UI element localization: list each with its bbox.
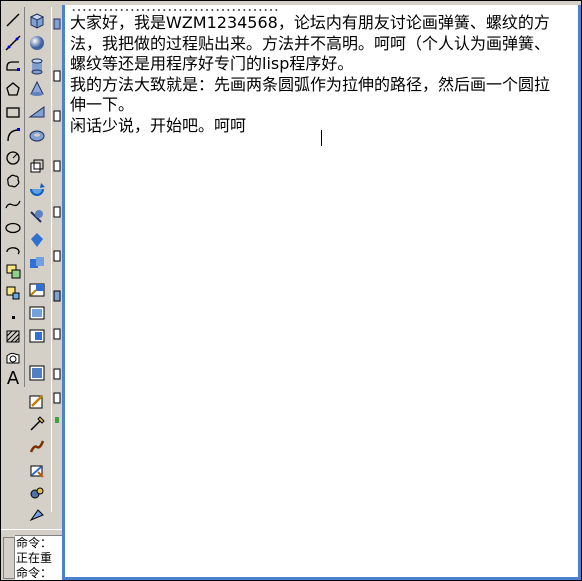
cone-icon[interactable] bbox=[28, 80, 46, 98]
polyline-icon[interactable] bbox=[4, 57, 22, 75]
construction-line-icon[interactable] bbox=[4, 34, 22, 52]
circle-icon[interactable] bbox=[4, 149, 22, 167]
spline-icon[interactable] bbox=[4, 195, 22, 213]
revision-cloud-icon[interactable] bbox=[4, 172, 22, 190]
point-icon[interactable] bbox=[4, 306, 22, 324]
ellipse-icon[interactable] bbox=[4, 218, 22, 236]
clipped-header: ………………………………… bbox=[65, 5, 578, 13]
revolve-icon[interactable] bbox=[28, 180, 46, 198]
cylinder-icon[interactable] bbox=[28, 57, 46, 75]
clipped-tool-icon[interactable] bbox=[52, 365, 62, 383]
interference-icon[interactable] bbox=[28, 254, 46, 272]
region-icon[interactable] bbox=[4, 349, 22, 367]
sphere-icon[interactable] bbox=[28, 34, 46, 52]
fog-icon[interactable] bbox=[28, 506, 46, 524]
wedge-icon[interactable] bbox=[28, 103, 46, 121]
slice-icon[interactable] bbox=[28, 208, 46, 226]
extrude-icon[interactable] bbox=[28, 157, 46, 175]
app-window: A 命令： 正在重 命令： 大家好，我是WZM1234568，论坛内有朋友讨论画… bbox=[0, 0, 582, 581]
light-icon[interactable] bbox=[28, 415, 46, 433]
multiline-text-glyph: A bbox=[6, 367, 20, 389]
clipped-tool-icon[interactable] bbox=[52, 325, 62, 343]
clipped-tool-icon[interactable] bbox=[52, 247, 62, 265]
line-icon[interactable] bbox=[4, 11, 22, 29]
section-icon[interactable] bbox=[28, 231, 46, 249]
command-line[interactable]: 命令： 正在重 命令： bbox=[15, 535, 62, 580]
multiline-text-icon[interactable]: A bbox=[4, 367, 22, 389]
text-cursor bbox=[321, 130, 322, 146]
clipped-tool-icon[interactable] bbox=[52, 203, 62, 221]
rectangle-icon[interactable] bbox=[4, 103, 22, 121]
clipped-tool-icon[interactable] bbox=[52, 411, 62, 429]
text-editor-window[interactable]: ………………………………… 大家好，我是WZM1234568，论坛内有朋友讨论画… bbox=[62, 5, 581, 580]
command-prompt: 命令： bbox=[16, 566, 53, 580]
clipped-tool-icon[interactable] bbox=[52, 67, 62, 85]
draw-toolbar: A bbox=[2, 7, 25, 389]
box-icon[interactable] bbox=[28, 11, 46, 29]
arc-icon[interactable] bbox=[4, 126, 22, 144]
polygon-icon[interactable] bbox=[4, 80, 22, 98]
ellipse-arc-icon[interactable] bbox=[4, 241, 22, 259]
clipped-tool-icon[interactable] bbox=[52, 287, 62, 305]
hatch-icon[interactable] bbox=[4, 327, 22, 345]
setup-drawing-icon[interactable] bbox=[28, 281, 46, 299]
paragraph-start: 闲话少说，开始吧。呵呵 bbox=[70, 115, 247, 135]
background-icon[interactable] bbox=[28, 484, 46, 502]
clipped-tool-icon[interactable] bbox=[52, 107, 62, 125]
render-icon[interactable] bbox=[28, 364, 46, 382]
torus-icon[interactable] bbox=[28, 126, 46, 144]
text-content[interactable]: 大家好，我是WZM1234568，论坛内有朋友讨论画弹簧、螺纹的方法，我把做的过… bbox=[70, 13, 558, 136]
setup-profile-icon[interactable] bbox=[28, 327, 46, 345]
command-history-line: 正在重 bbox=[16, 551, 53, 565]
clipped-tool-icon[interactable] bbox=[52, 389, 62, 407]
setup-view-icon[interactable] bbox=[28, 304, 46, 322]
clipped-header-text: ………………………………… bbox=[71, 5, 279, 13]
paragraph-intro: 大家好，我是WZM1234568，论坛内有朋友讨论画弹簧、螺纹的方法，我把做的过… bbox=[70, 13, 551, 73]
command-grip[interactable] bbox=[3, 537, 15, 579]
solids-toolbar bbox=[25, 7, 49, 522]
clipped-tool-icon[interactable] bbox=[52, 157, 62, 175]
paragraph-method: 我的方法大致就是：先画两条圆弧作为拉伸的路径，然后画一个圆拉伸一下。 bbox=[70, 74, 551, 115]
make-block-icon[interactable] bbox=[4, 284, 22, 302]
command-history-line: 命令： bbox=[16, 536, 53, 550]
materials-icon[interactable] bbox=[28, 437, 46, 455]
clipped-tool-icon[interactable] bbox=[52, 15, 62, 33]
insert-block-icon[interactable] bbox=[4, 262, 22, 280]
mapping-icon[interactable] bbox=[28, 462, 46, 480]
scene-icon[interactable] bbox=[28, 392, 46, 410]
